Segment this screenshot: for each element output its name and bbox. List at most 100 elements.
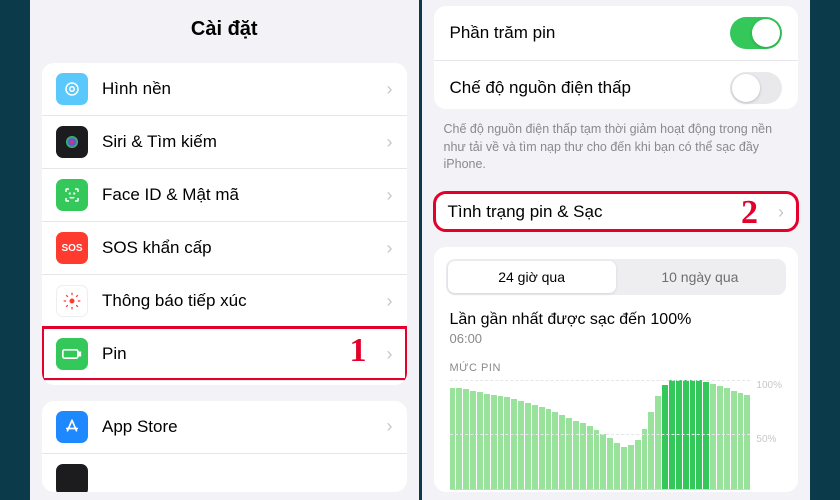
row-label: Hình nền [102,79,387,99]
chart-bar [518,401,524,488]
chart-bar [552,412,558,488]
chart-bar [600,434,606,489]
chart-bar [594,430,600,489]
segment-24h[interactable]: 24 giờ qua [448,261,616,293]
chart-bar [731,391,737,489]
chart-bar [744,395,750,489]
chevron-right-icon: › [387,132,393,153]
chart-y-axis: 100% 50% [756,380,782,490]
battery-toggles-group: Phần trăm pin Chế độ nguồn điện thấp [434,6,799,109]
row-label: Phần trăm pin [450,23,731,43]
chart-bar [573,421,579,489]
faceid-icon [56,179,88,211]
chart-bar [690,380,696,489]
chart-bar [696,380,702,489]
chevron-right-icon: › [387,185,393,206]
chart-bar [539,407,545,489]
chart-bar [614,443,620,489]
row-low-power: Chế độ nguồn điện thấp [434,61,799,109]
chart-bar [587,426,593,488]
chart-bar [628,445,634,489]
chevron-right-icon: › [387,344,393,365]
row-label: SOS khẩn cấp [102,238,387,258]
row-battery[interactable]: Pin 1 › [42,327,407,380]
chart-bar [717,386,723,488]
battery-icon [56,338,88,370]
chart-bar [566,418,572,489]
chart-bar [504,397,510,489]
row-faceid[interactable]: Face ID & Mật mã › [42,168,407,221]
row-truncated[interactable] [42,453,407,492]
row-appstore[interactable]: App Store › [42,401,407,453]
chevron-right-icon: › [387,416,393,437]
chart-bar [655,396,661,489]
chart-bar [525,403,531,489]
appstore-icon [56,411,88,443]
battery-health-group: Tình trạng pin & Sạc 2 › [434,192,799,231]
row-battery-percent: Phần trăm pin [434,6,799,60]
chevron-right-icon: › [387,291,393,312]
unknown-icon [56,464,88,492]
chevron-right-icon: › [387,79,393,100]
chart-bar [463,389,469,488]
chart-bar [676,380,682,489]
settings-group-2: App Store › [42,401,407,492]
row-label: Thông báo tiếp xúc [102,291,387,311]
chevron-right-icon: › [387,238,393,259]
chart-bar [635,440,641,489]
row-siri[interactable]: Siri & Tìm kiếm › [42,115,407,168]
wallpaper-icon [56,73,88,105]
chart-bar [484,394,490,489]
chart-title: MỨC PIN [450,362,783,374]
chart-bar [642,429,648,489]
callout-2: 2 [741,194,758,231]
chart-bar [710,384,716,489]
chart-bar [648,412,654,488]
chart-bar [621,447,627,488]
row-sos[interactable]: SOS SOS khẩn cấp › [42,221,407,274]
chart-bar [470,391,476,489]
chart-bar [498,396,504,489]
y-axis-100: 100% [756,380,782,391]
last-charge-time: 06:00 [450,331,783,346]
low-power-footnote: Chế độ nguồn điện thấp tạm thời giảm hoạ… [422,117,811,184]
chart-bar [559,415,565,489]
chart-section: MỨC PIN 100% 50% [434,350,799,490]
row-label: Chế độ nguồn điện thấp [450,78,731,98]
row-exposure[interactable]: Thông báo tiếp xúc › [42,274,407,327]
row-label: Tình trạng pin & Sạc [448,202,779,222]
chart-bar [607,438,613,488]
segment-10d[interactable]: 10 ngày qua [616,261,784,293]
battery-percent-toggle[interactable] [730,17,782,49]
chart-bar [724,388,730,488]
row-wallpaper[interactable]: Hình nền › [42,63,407,115]
time-range-segmented: 24 giờ qua 10 ngày qua [446,259,787,295]
sos-icon: SOS [56,232,88,264]
battery-level-chart [450,380,751,490]
page-title: Cài đặt [30,0,419,55]
chart-bar [580,423,586,488]
battery-usage-group: 24 giờ qua 10 ngày qua Lần gần nhất được… [434,247,799,492]
chart-bar [456,388,462,488]
chart-bar [532,405,538,489]
chart-bar [669,380,675,489]
row-label: Pin [102,344,387,364]
chart-bar [546,409,552,489]
y-axis-50: 50% [756,434,782,445]
chart-bar [450,388,456,488]
row-battery-health[interactable]: Tình trạng pin & Sạc 2 › [434,192,799,231]
settings-screen: Cài đặt Hình nền › Siri & Tìm kiếm › [30,0,419,500]
chevron-right-icon: › [778,202,784,223]
chart-bar [738,393,744,489]
low-power-toggle[interactable] [730,72,782,104]
callout-1: 1 [350,332,367,370]
siri-icon [56,126,88,158]
exposure-icon [56,285,88,317]
battery-screen: Phần trăm pin Chế độ nguồn điện thấp Chế… [422,0,811,500]
chart-bar [662,385,668,489]
row-label: Face ID & Mật mã [102,185,387,205]
settings-group-1: Hình nền › Siri & Tìm kiếm › Face ID & M… [42,63,407,385]
chart-bar [511,399,517,488]
chart-bar [491,395,497,489]
row-privacy[interactable]: Quyền riêng tư & Bảo mật › [42,380,407,385]
